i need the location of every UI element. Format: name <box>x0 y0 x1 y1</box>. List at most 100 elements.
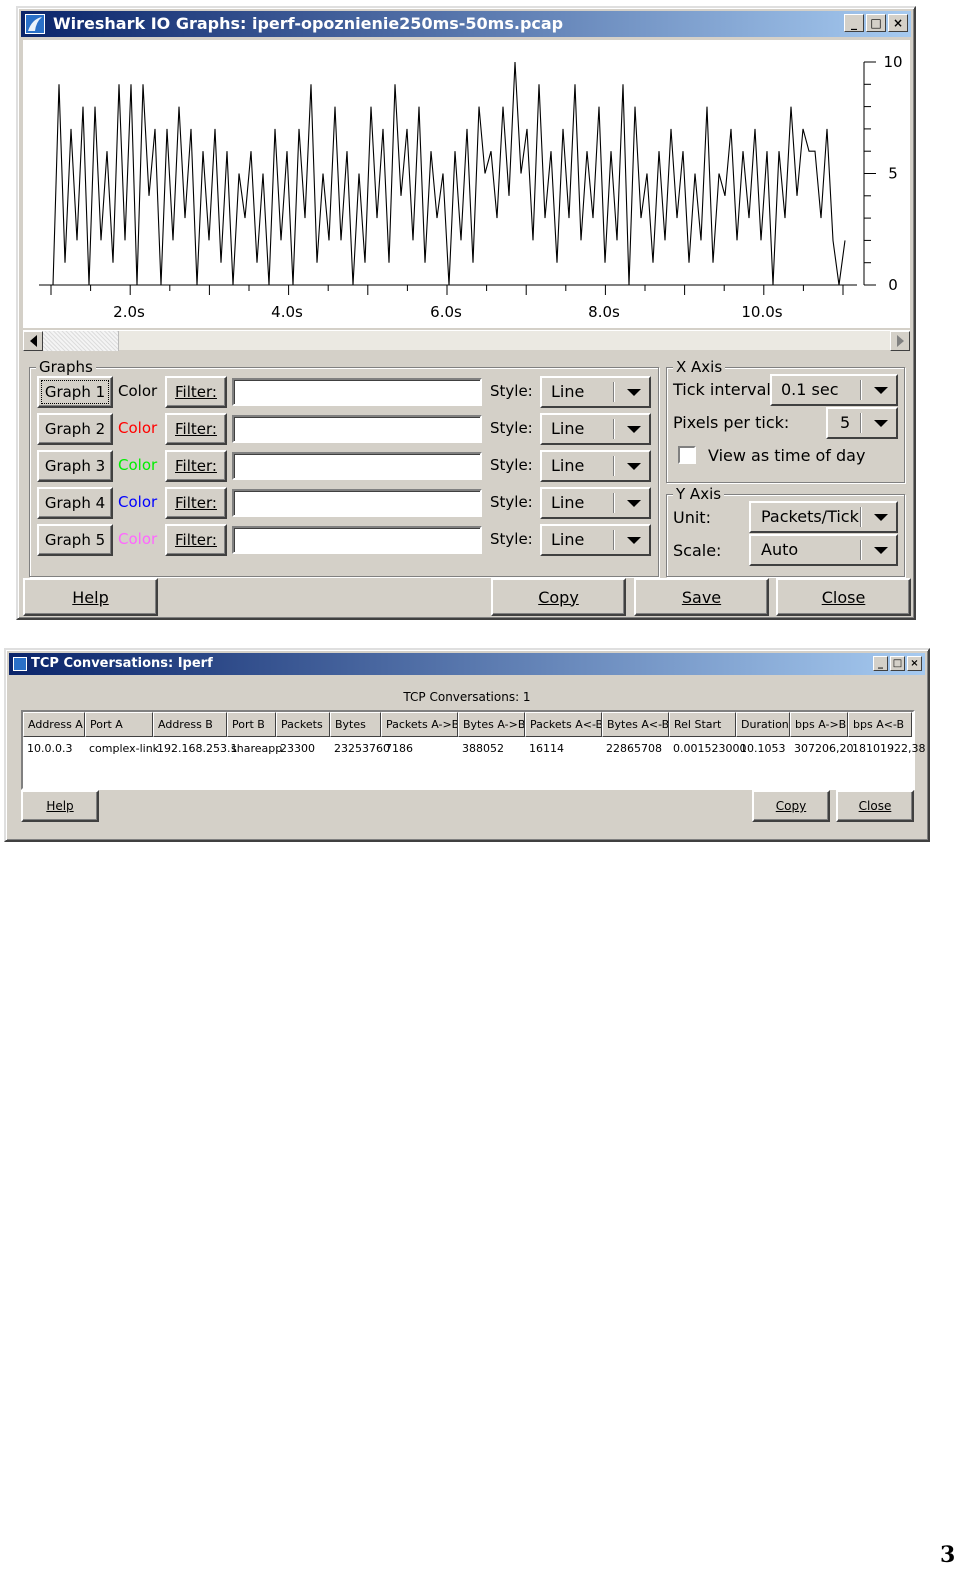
column-header[interactable]: Packets A<-B <box>525 712 602 737</box>
view-time-checkbox[interactable] <box>678 446 696 464</box>
column-header[interactable]: Address A <box>23 712 85 737</box>
y-tick-label: 10 <box>883 53 902 71</box>
filter-button-label: Filter: <box>175 420 217 438</box>
save-button[interactable]: Save <box>634 578 769 616</box>
scroll-thumb[interactable] <box>43 331 119 351</box>
x-tick-label: 8.0s <box>588 303 620 321</box>
graph-1-style-select[interactable]: Line <box>540 376 651 408</box>
column-header[interactable]: Port B <box>227 712 276 737</box>
column-header[interactable]: Bytes A<-B <box>602 712 669 737</box>
graph-2-filter-input[interactable] <box>232 415 482 443</box>
graph-1-color-label[interactable]: Color <box>118 382 157 400</box>
column-header[interactable]: Packets <box>276 712 330 737</box>
scroll-right-icon[interactable] <box>890 331 910 351</box>
dropdown-arrow-icon <box>874 387 888 394</box>
close-window-icon[interactable]: × <box>907 656 922 671</box>
graph-2-filter-button[interactable]: Filter: <box>165 413 227 445</box>
pixels-per-tick-label: Pixels per tick: <box>673 413 790 432</box>
y-axis-legend: Y Axis <box>673 484 725 504</box>
minimize-icon[interactable]: _ <box>873 656 888 671</box>
column-header[interactable]: bps A->B <box>790 712 848 737</box>
graph-1-filter-input[interactable] <box>232 378 482 406</box>
scroll-left-icon[interactable] <box>23 331 43 351</box>
graph-3-filter-input[interactable] <box>232 452 482 480</box>
column-header[interactable]: bps A<-B <box>848 712 912 737</box>
graph-3-button[interactable]: Graph 3 <box>37 450 113 482</box>
column-header[interactable]: Rel Start <box>669 712 736 737</box>
column-header[interactable]: Packets A->B <box>381 712 458 737</box>
copy-button[interactable]: Copy <box>491 578 626 616</box>
graph-3-style-select[interactable]: Line <box>540 450 651 482</box>
tcp-titlebar[interactable]: TCP Conversations: Iperf _ □ × <box>9 653 925 675</box>
graph-4-filter-button[interactable]: Filter: <box>165 487 227 519</box>
table-cell[interactable]: complex-link <box>85 742 159 755</box>
table-cell[interactable]: 0.001523000 <box>669 742 746 755</box>
series-line-1 <box>52 61 846 286</box>
scale-select[interactable]: Auto <box>749 534 898 566</box>
io-graphs-window: Wireshark IO Graphs: iperf-opoznienie250… <box>16 6 916 620</box>
table-cell[interactable]: 388052 <box>458 742 504 755</box>
graph-5-button[interactable]: Graph 5 <box>37 524 113 556</box>
table-cell[interactable]: 7186 <box>381 742 413 755</box>
unit-select[interactable]: Packets/Tick <box>749 501 898 533</box>
graph-2-button[interactable]: Graph 2 <box>37 413 113 445</box>
graph-5-color-label[interactable]: Color <box>118 530 157 548</box>
tcp-help-button[interactable]: Help <box>21 790 99 822</box>
style-value: Line <box>551 456 585 475</box>
tcp-close-label: Close <box>858 799 892 813</box>
graph-2-style-label: Style: <box>490 419 533 437</box>
y-tick-label: 0 <box>888 276 898 294</box>
view-time-label: View as time of day <box>708 446 865 465</box>
graph-5-style-select[interactable]: Line <box>540 524 651 556</box>
table-cell[interactable]: 23300 <box>276 742 315 755</box>
column-header[interactable]: Port A <box>85 712 153 737</box>
table-cell[interactable]: 192.168.253.1 <box>153 742 237 755</box>
help-button[interactable]: Help <box>23 578 158 616</box>
table-cell[interactable]: 16114 <box>525 742 564 755</box>
scale-value: Auto <box>761 540 799 559</box>
graph-5-filter-button[interactable]: Filter: <box>165 524 227 556</box>
copy-button-label: Copy <box>538 587 579 607</box>
pixels-per-tick-select[interactable]: 5 <box>826 407 898 439</box>
column-header[interactable]: Address B <box>153 712 227 737</box>
page-number: 3 <box>940 1542 956 1568</box>
graph-3-filter-button[interactable]: Filter: <box>165 450 227 482</box>
maximize-icon[interactable]: □ <box>890 656 905 671</box>
graph-4-style-select[interactable]: Line <box>540 487 651 519</box>
graph-5-filter-input[interactable] <box>232 526 482 554</box>
table-cell[interactable]: 18101922,38 <box>848 742 925 755</box>
tcp-copy-button[interactable]: Copy <box>752 790 830 822</box>
graph-3-color-label[interactable]: Color <box>118 456 157 474</box>
tcp-close-button[interactable]: Close <box>836 790 914 822</box>
graph-1-button[interactable]: Graph 1 <box>37 376 113 408</box>
column-header[interactable]: Bytes <box>330 712 381 737</box>
column-header[interactable]: Bytes A->B <box>458 712 525 737</box>
io-titlebar[interactable]: Wireshark IO Graphs: iperf-opoznienie250… <box>21 11 911 37</box>
maximize-icon[interactable]: □ <box>866 14 886 32</box>
io-graph-plot: 2.0s 4.0s 6.0s 8.0s 10.0s 10 5 0 <box>23 40 910 328</box>
graph-4-color-label[interactable]: Color <box>118 493 157 511</box>
horizontal-scrollbar[interactable] <box>23 330 910 351</box>
close-button[interactable]: Close <box>776 578 911 616</box>
graph-4-filter-input[interactable] <box>232 489 482 517</box>
style-value: Line <box>551 382 585 401</box>
column-header[interactable]: Duration <box>736 712 790 737</box>
table-cell[interactable]: 22865708 <box>602 742 662 755</box>
table-cell[interactable]: 10.1053 <box>736 742 786 755</box>
close-window-icon[interactable]: × <box>888 14 908 32</box>
color-label-text: Color <box>118 382 158 400</box>
dropdown-arrow-icon <box>627 426 641 433</box>
graph-2-color-label[interactable]: Color <box>118 419 157 437</box>
graph-button-label: Graph 4 <box>44 494 106 512</box>
minimize-icon[interactable]: _ <box>844 14 864 32</box>
graph-button-label: Graph 2 <box>44 420 106 438</box>
tick-interval-select[interactable]: 0.1 sec <box>770 374 898 406</box>
table-cell[interactable]: 10.0.0.3 <box>23 742 72 755</box>
graph-4-button[interactable]: Graph 4 <box>37 487 113 519</box>
wireshark-fin-icon <box>25 14 45 34</box>
graph-1-filter-button[interactable]: Filter: <box>165 376 227 408</box>
graph-2-style-select[interactable]: Line <box>540 413 651 445</box>
table-cell[interactable]: 307206,20 <box>790 742 854 755</box>
table-cell[interactable]: shareapp <box>227 742 282 755</box>
x-tick-label: 2.0s <box>113 303 145 321</box>
